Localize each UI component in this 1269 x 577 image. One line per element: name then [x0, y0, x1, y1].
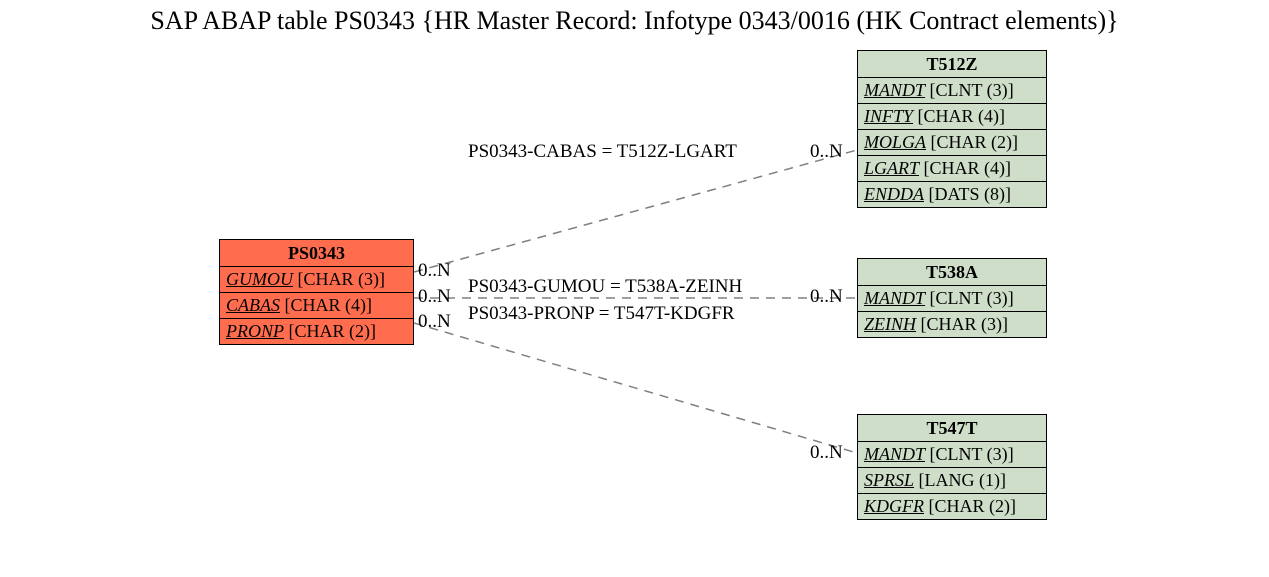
- table-row: SPRSL [LANG (1)]: [858, 468, 1046, 494]
- table-row: PRONP [CHAR (2)]: [220, 319, 413, 344]
- table-header: PS0343: [220, 240, 413, 267]
- field-name: SPRSL: [864, 470, 914, 490]
- field-name: MOLGA: [864, 132, 926, 152]
- table-row: LGART [CHAR (4)]: [858, 156, 1046, 182]
- table-row: MANDT [CLNT (3)]: [858, 286, 1046, 312]
- field-type: [CLNT (3)]: [930, 80, 1014, 100]
- field-type: [CLNT (3)]: [930, 444, 1014, 464]
- field-name: ZEINH: [864, 314, 916, 334]
- table-row: MANDT [CLNT (3)]: [858, 78, 1046, 104]
- relation-label: PS0343-PRONP = T547T-KDGFR: [468, 303, 735, 325]
- field-type: [CHAR (3)]: [298, 269, 386, 289]
- table-row: INFTY [CHAR (4)]: [858, 104, 1046, 130]
- table-row: GUMOU [CHAR (3)]: [220, 267, 413, 293]
- field-name: PRONP: [226, 321, 284, 341]
- table-t512z: T512Z MANDT [CLNT (3)] INFTY [CHAR (4)] …: [857, 50, 1047, 208]
- table-t547t: T547T MANDT [CLNT (3)] SPRSL [LANG (1)] …: [857, 414, 1047, 520]
- table-ps0343: PS0343 GUMOU [CHAR (3)] CABAS [CHAR (4)]…: [219, 239, 414, 345]
- field-name: MANDT: [864, 80, 925, 100]
- table-header: T512Z: [858, 51, 1046, 78]
- field-name: GUMOU: [226, 269, 293, 289]
- field-type: [CHAR (2)]: [929, 496, 1017, 516]
- cardinality-right: 0..N: [810, 442, 843, 464]
- relation-label: PS0343-CABAS = T512Z-LGART: [468, 141, 737, 163]
- table-row: MOLGA [CHAR (2)]: [858, 130, 1046, 156]
- field-type: [CHAR (3)]: [921, 314, 1009, 334]
- diagram-canvas: SAP ABAP table PS0343 {HR Master Record:…: [0, 0, 1269, 577]
- diagram-title: SAP ABAP table PS0343 {HR Master Record:…: [0, 6, 1269, 36]
- field-name: MANDT: [864, 444, 925, 464]
- table-row: MANDT [CLNT (3)]: [858, 442, 1046, 468]
- table-row: KDGFR [CHAR (2)]: [858, 494, 1046, 519]
- table-row: ZEINH [CHAR (3)]: [858, 312, 1046, 337]
- table-header: T547T: [858, 415, 1046, 442]
- relation-label: PS0343-GUMOU = T538A-ZEINH: [468, 276, 742, 298]
- field-name: MANDT: [864, 288, 925, 308]
- field-name: KDGFR: [864, 496, 924, 516]
- field-type: [CLNT (3)]: [930, 288, 1014, 308]
- field-name: ENDDA: [864, 184, 924, 204]
- field-type: [CHAR (4)]: [285, 295, 373, 315]
- field-type: [CHAR (4)]: [924, 158, 1012, 178]
- cardinality-left: 0..N: [418, 260, 451, 282]
- table-header: T538A: [858, 259, 1046, 286]
- table-row: ENDDA [DATS (8)]: [858, 182, 1046, 207]
- field-type: [LANG (1)]: [919, 470, 1006, 490]
- cardinality-right: 0..N: [810, 286, 843, 308]
- field-type: [CHAR (2)]: [289, 321, 377, 341]
- cardinality-left: 0..N: [418, 286, 451, 308]
- table-t538a: T538A MANDT [CLNT (3)] ZEINH [CHAR (3)]: [857, 258, 1047, 338]
- cardinality-left: 0..N: [418, 311, 451, 333]
- field-name: LGART: [864, 158, 919, 178]
- field-name: INFTY: [864, 106, 913, 126]
- field-type: [CHAR (4)]: [918, 106, 1006, 126]
- field-type: [DATS (8)]: [929, 184, 1012, 204]
- cardinality-right: 0..N: [810, 141, 843, 163]
- field-name: CABAS: [226, 295, 280, 315]
- field-type: [CHAR (2)]: [931, 132, 1019, 152]
- table-row: CABAS [CHAR (4)]: [220, 293, 413, 319]
